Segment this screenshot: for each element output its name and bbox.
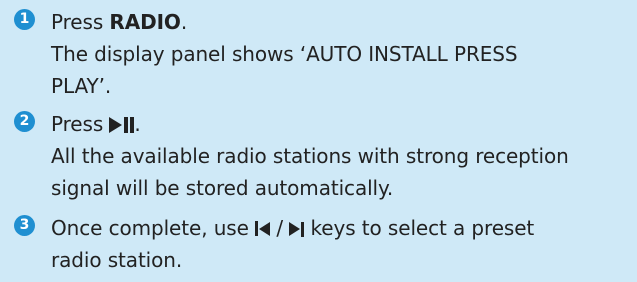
step-number-badge: 3 xyxy=(14,215,35,236)
step-action: Once complete, use / keys to select a pr… xyxy=(51,216,535,240)
step-result-line: signal will be stored automatically. xyxy=(51,176,394,200)
instruction-panel: 1 Press RADIO. The display panel shows ‘… xyxy=(0,0,637,282)
step-3: 3 Once complete, use / keys to select a … xyxy=(14,212,619,276)
next-icon xyxy=(289,221,305,237)
step-1: 1 Press RADIO. The display panel shows ‘… xyxy=(14,6,619,102)
step-text: Press . All the available radio stations… xyxy=(51,108,619,204)
previous-icon xyxy=(255,221,271,236)
step-result-line: All the available radio stations with st… xyxy=(51,144,569,168)
radio-key-label: RADIO xyxy=(109,10,181,34)
step-result-line: The display panel shows ‘AUTO INSTALL PR… xyxy=(51,42,518,66)
play-pause-icon xyxy=(109,117,135,133)
step-action-line: radio station. xyxy=(51,248,183,272)
step-number-badge: 1 xyxy=(14,9,35,30)
step-2: 2 Press . All the available radio statio… xyxy=(14,108,619,204)
step-action: Press . xyxy=(51,112,141,136)
step-text: Once complete, use / keys to select a pr… xyxy=(51,212,619,276)
step-result-line: PLAY’. xyxy=(51,74,112,98)
step-text: Press RADIO. The display panel shows ‘AU… xyxy=(51,6,619,102)
step-number-badge: 2 xyxy=(14,111,35,132)
step-action: Press RADIO. xyxy=(51,10,188,34)
